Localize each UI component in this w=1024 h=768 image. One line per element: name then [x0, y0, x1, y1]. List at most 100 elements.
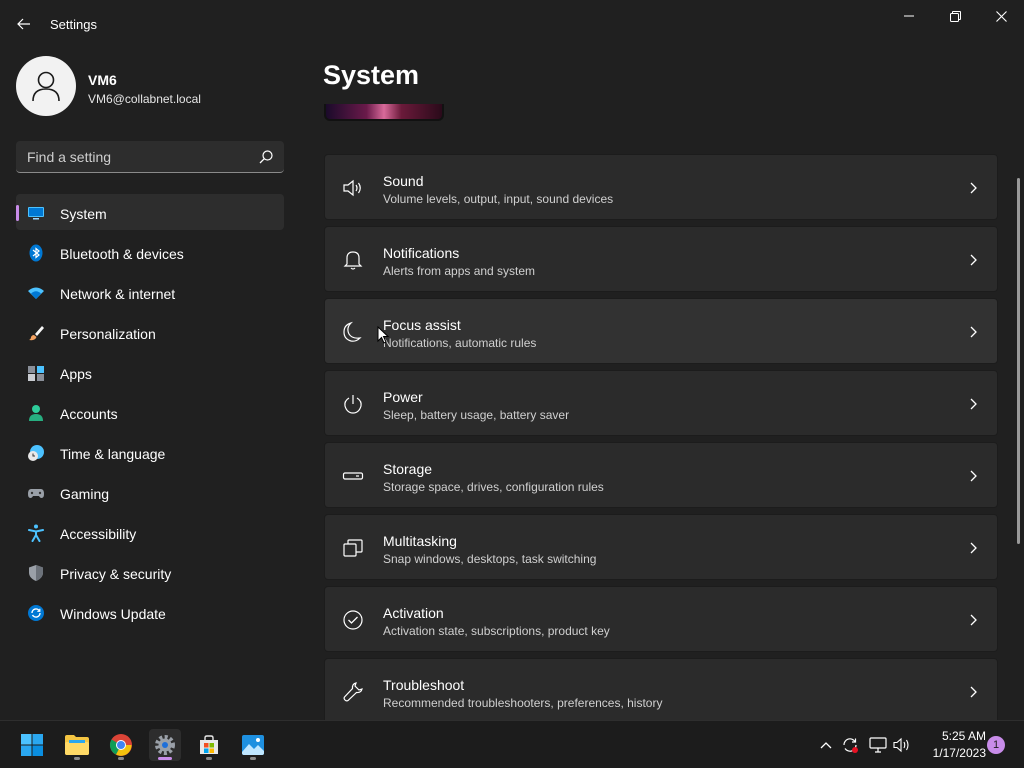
wrench-icon: [343, 682, 363, 702]
running-indicator: [74, 757, 80, 760]
sidebar-item-label: Accessibility: [60, 526, 137, 542]
minimize-icon: [904, 15, 914, 17]
user-email: VM6@collabnet.local: [88, 92, 201, 106]
card-subtitle: Sleep, battery usage, battery saver: [383, 408, 570, 422]
bluetooth-icon: [29, 244, 43, 262]
display-preview-thumbnail: [324, 104, 444, 121]
card-subtitle: Notifications, automatic rules: [383, 336, 537, 350]
card-title: Multitasking: [383, 533, 457, 549]
sidebar-item-personalization[interactable]: Personalization: [16, 314, 284, 350]
tray-overflow-button[interactable]: [816, 735, 836, 755]
sidebar-item-bluetooth[interactable]: Bluetooth & devices: [16, 234, 284, 270]
settings-card-focus-assist[interactable]: Focus assist Notifications, automatic ru…: [324, 298, 998, 364]
chevron-up-icon: [820, 742, 832, 749]
sidebar-item-network[interactable]: Network & internet: [16, 274, 284, 310]
sidebar-item-label: Windows Update: [60, 606, 166, 622]
tray-sync-status[interactable]: [840, 735, 860, 755]
search-icon[interactable]: [258, 149, 274, 165]
page-title: System: [323, 60, 420, 90]
chevron-right-icon: [970, 686, 977, 698]
moon-icon: [343, 321, 362, 342]
power-icon: [344, 395, 362, 414]
scrollbar[interactable]: [1017, 178, 1020, 544]
card-subtitle: Recommended troubleshooters, preferences…: [383, 696, 663, 710]
taskbar-clock-time[interactable]: 5:25 AM: [918, 729, 986, 743]
sync-icon: [843, 738, 858, 753]
user-name: VM6: [88, 72, 117, 88]
taskbar-store[interactable]: [193, 729, 225, 761]
sidebar-item-label: Privacy & security: [60, 566, 172, 582]
title-bar: Settings: [0, 0, 1024, 48]
settings-card-troubleshoot[interactable]: Troubleshoot Recommended troubleshooters…: [324, 658, 998, 724]
wifi-icon: [28, 287, 44, 299]
notification-badge[interactable]: 1: [987, 736, 1005, 754]
sidebar-item-time-language[interactable]: Time & language: [16, 434, 284, 470]
card-title: Sound: [383, 173, 424, 189]
sidebar-item-accessibility[interactable]: Accessibility: [16, 514, 284, 550]
search-box: [16, 141, 284, 173]
chevron-right-icon: [970, 326, 977, 338]
settings-card-multitasking[interactable]: Multitasking Snap windows, desktops, tas…: [324, 514, 998, 580]
back-button[interactable]: [10, 10, 38, 38]
active-indicator: [158, 757, 172, 760]
taskbar: 5:25 AM 1/17/2023 1: [0, 720, 1024, 768]
avatar: [16, 56, 76, 116]
close-button[interactable]: [978, 0, 1024, 32]
user-icon: [32, 71, 60, 102]
speaker-icon: [893, 737, 909, 753]
card-title: Storage: [383, 461, 433, 477]
sidebar-item-accounts[interactable]: Accounts: [16, 394, 284, 430]
monitor-icon: [28, 207, 44, 220]
settings-card-sound[interactable]: Sound Volume levels, output, input, soun…: [324, 154, 998, 220]
card-subtitle: Volume levels, output, input, sound devi…: [383, 192, 614, 206]
sidebar-item-label: System: [60, 206, 107, 222]
card-subtitle: Alerts from apps and system: [383, 264, 536, 278]
brush-icon: [29, 326, 44, 341]
user-profile[interactable]: VM6 VM6@collabnet.local: [16, 56, 286, 118]
taskbar-settings[interactable]: [149, 729, 181, 761]
arrow-left-icon: [17, 18, 30, 30]
network-icon: [869, 737, 887, 753]
close-icon: [995, 10, 1007, 22]
taskbar-photos[interactable]: [237, 729, 269, 761]
check-circle-icon: [343, 610, 363, 630]
chevron-right-icon: [970, 470, 977, 482]
search-input[interactable]: [16, 141, 246, 172]
sidebar-item-privacy[interactable]: Privacy & security: [16, 554, 284, 590]
sidebar-item-label: Bluetooth & devices: [60, 246, 184, 262]
settings-card-notifications[interactable]: Notifications Alerts from apps and syste…: [324, 226, 998, 292]
sidebar-item-system[interactable]: System: [16, 194, 284, 230]
running-indicator: [250, 757, 256, 760]
start-icon: [21, 734, 43, 756]
taskbar-clock-date[interactable]: 1/17/2023: [918, 746, 986, 760]
taskbar-start-button[interactable]: [16, 729, 48, 761]
person-icon: [29, 405, 43, 421]
tray-volume[interactable]: [892, 735, 912, 755]
photos-icon: [242, 735, 264, 755]
taskbar-file-explorer[interactable]: [61, 729, 93, 761]
restore-button[interactable]: [932, 0, 978, 32]
sidebar-item-label: Accounts: [60, 406, 118, 422]
sidebar-item-label: Time & language: [60, 446, 166, 462]
chevron-right-icon: [970, 254, 977, 266]
chevron-right-icon: [970, 182, 977, 194]
clock-globe-icon: [28, 445, 44, 461]
mouse-cursor-icon: [377, 326, 389, 344]
sidebar-item-label: Gaming: [60, 486, 110, 502]
sidebar-item-label: Network & internet: [60, 286, 176, 302]
settings-gear-icon: [155, 735, 175, 755]
card-title: Focus assist: [383, 317, 461, 333]
minimize-button[interactable]: [886, 0, 932, 32]
sidebar-item-windows-update[interactable]: Windows Update: [16, 594, 284, 630]
settings-card-activation[interactable]: Activation Activation state, subscriptio…: [324, 586, 998, 652]
settings-card-power[interactable]: Power Sleep, battery usage, battery save…: [324, 370, 998, 436]
sidebar-item-label: Apps: [60, 366, 92, 382]
sidebar-item-apps[interactable]: Apps: [16, 354, 284, 390]
sidebar-item-gaming[interactable]: Gaming: [16, 474, 284, 510]
chevron-right-icon: [970, 542, 977, 554]
settings-card-storage[interactable]: Storage Storage space, drives, configura…: [324, 442, 998, 508]
card-subtitle: Activation state, subscriptions, product…: [383, 624, 610, 638]
tray-network[interactable]: [868, 735, 888, 755]
running-indicator: [206, 757, 212, 760]
taskbar-chrome[interactable]: [105, 729, 137, 761]
